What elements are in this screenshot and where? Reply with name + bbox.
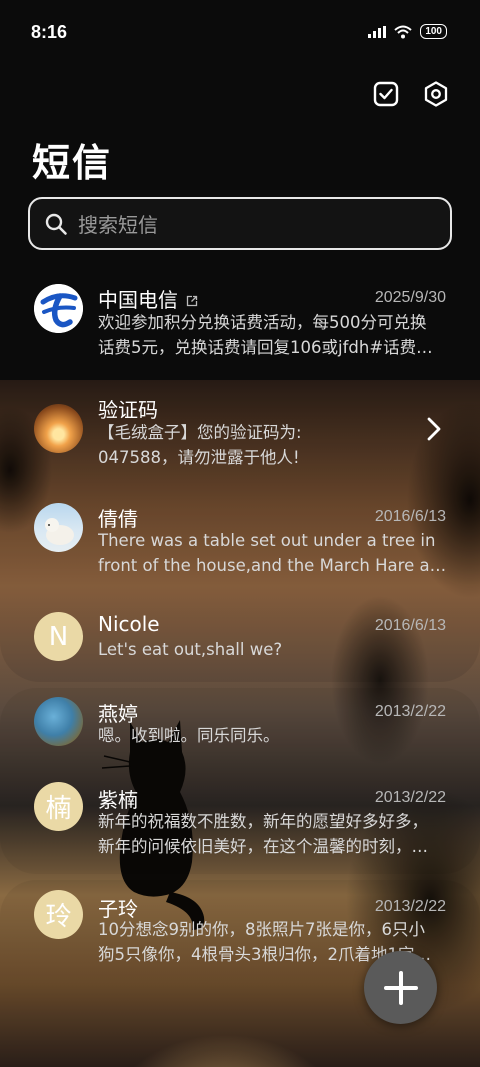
conversation-item-qianqian[interactable]: 倩倩 2016/6/13 There was a table set out u…	[0, 490, 480, 590]
china-telecom-logo	[34, 284, 83, 333]
conversation-date: 2025/9/30	[374, 289, 446, 306]
conversation-item-zinan[interactable]: 楠 紫楠 2013/2/22 新年的祝福数不胜数，新年的愿望好多好多， 新年的问…	[0, 778, 480, 874]
letter-avatar: 玲	[34, 890, 83, 939]
conversation-card: 中国电信 2025/9/30 欢迎参加积分兑换话费活动，每500分可兑换 话费5…	[0, 276, 480, 380]
conversation-item-verification-code[interactable]: 验证码 【毛绒盒子】您的验证码为: 047588，请勿泄露于他人!	[0, 380, 480, 480]
status-bar: 8:16 100	[0, 0, 480, 66]
conversation-name: 中国电信	[98, 284, 198, 313]
conversation-date: 2016/6/13	[374, 617, 446, 634]
battery-indicator: 100	[420, 24, 447, 39]
conversation-date: 2013/2/22	[374, 703, 446, 720]
conversation-preview: 嗯。收到啦。同乐同乐。	[98, 726, 280, 745]
external-link-icon	[187, 295, 198, 307]
conversation-name: 验证码	[98, 398, 158, 422]
conversation-name: Nicole	[98, 612, 160, 636]
polar-bear-photo-avatar	[34, 503, 83, 552]
plus-icon	[383, 970, 418, 1005]
chevron-right-icon[interactable]	[426, 416, 442, 442]
sunset-photo-avatar	[34, 404, 83, 453]
search-placeholder: 搜索短信	[78, 213, 158, 237]
landscape-photo-avatar	[34, 697, 83, 746]
conversation-preview: There was a table set out under a tree i…	[98, 531, 448, 575]
conversation-preview: Let's eat out,shall we?	[98, 640, 283, 659]
conversation-item-china-telecom[interactable]: 中国电信 2025/9/30 欢迎参加积分兑换话费活动，每500分可兑换 话费5…	[0, 276, 480, 380]
select-checkbox-icon[interactable]	[372, 80, 400, 108]
new-message-button[interactable]	[364, 951, 437, 1024]
conversation-date: 2013/2/22	[374, 898, 446, 915]
signal-icon	[368, 25, 387, 38]
search-icon	[45, 213, 67, 235]
top-actions	[372, 80, 450, 108]
conversation-item-yanting[interactable]: 燕婷 2013/2/22 嗯。收到啦。同乐同乐。	[0, 688, 480, 768]
conversation-preview: 新年的祝福数不胜数，新年的愿望好多好多， 新年的问候依旧美好，在这个温馨的时刻，…	[98, 812, 428, 856]
wifi-icon	[394, 25, 412, 38]
search-input[interactable]: 搜索短信	[28, 197, 452, 250]
status-icons: 100	[368, 24, 447, 39]
page-title: 短信	[32, 141, 113, 185]
conversation-card: 验证码 【毛绒盒子】您的验证码为: 047588，请勿泄露于他人! 倩倩 201…	[0, 380, 480, 682]
status-time: 8:16	[31, 22, 68, 42]
letter-avatar: 楠	[34, 782, 83, 831]
conversation-date: 2016/6/13	[374, 508, 446, 525]
conversation-card: 燕婷 2013/2/22 嗯。收到啦。同乐同乐。 楠 紫楠 2013/2/22 …	[0, 688, 480, 874]
conversation-date: 2013/2/22	[374, 789, 446, 806]
conversation-item-nicole[interactable]: N Nicole 2016/6/13 Let's eat out,shall w…	[0, 600, 480, 680]
conversation-preview: 【毛绒盒子】您的验证码为: 047588，请勿泄露于他人!	[98, 423, 302, 467]
conversation-preview: 欢迎参加积分兑换话费活动，每500分可兑换 话费5元，兑换话费请回复106或jf…	[98, 313, 433, 357]
letter-avatar: N	[34, 612, 83, 661]
settings-hexagon-icon[interactable]	[422, 80, 450, 108]
